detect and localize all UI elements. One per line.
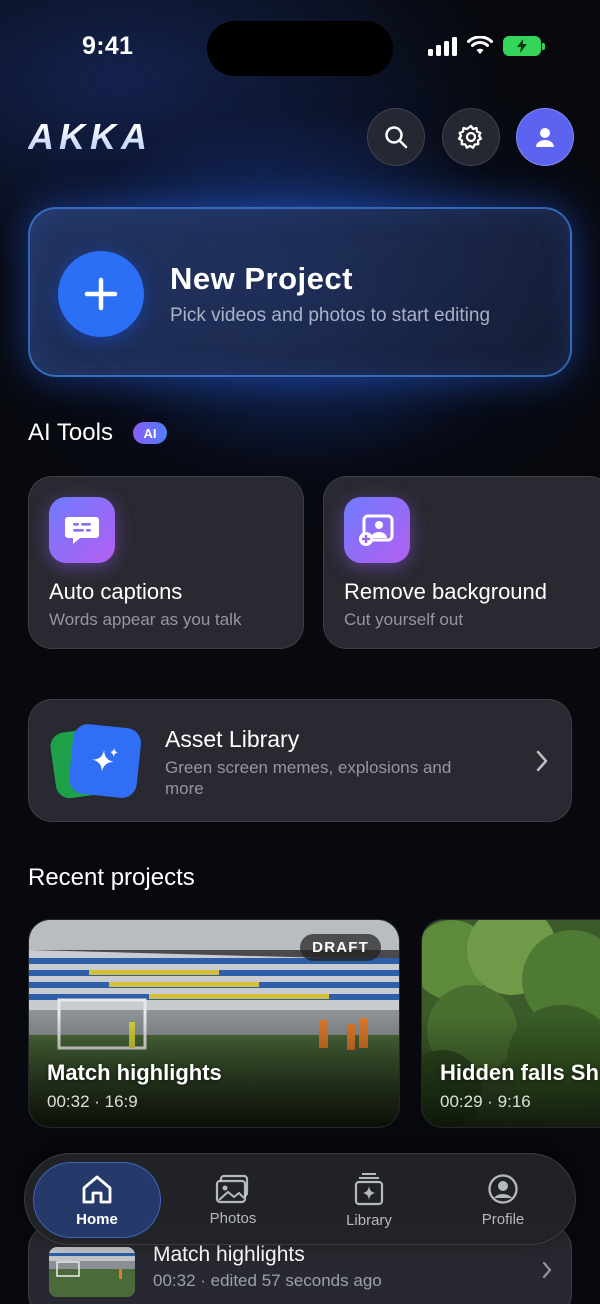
chevron-right-icon [536, 750, 548, 772]
cellular-signal-icon [428, 36, 457, 56]
ai-badge: AI [133, 422, 167, 444]
battery-icon [503, 36, 545, 56]
status-time: 9:41 [82, 32, 134, 60]
sparkle-icon [67, 722, 143, 800]
tab-label: Photos [209, 1209, 257, 1227]
tab-photos[interactable]: Photos [169, 1162, 297, 1238]
plus-icon [84, 277, 118, 311]
home-icon [82, 1175, 112, 1203]
tab-label: Home [76, 1210, 118, 1228]
tool-title: Remove background [344, 579, 548, 604]
project-card-hidden-falls[interactable]: Hidden falls Sh 00:29 · 9:16 [421, 919, 600, 1128]
tab-label: Library [346, 1211, 392, 1229]
project-title: Match highlights [47, 1060, 222, 1085]
wifi-icon [467, 36, 493, 54]
settings-button[interactable] [442, 108, 500, 166]
gear-icon [457, 124, 483, 149]
library-icon [354, 1172, 384, 1205]
recent-projects-heading: Recent projects [28, 864, 195, 891]
tool-title: Auto captions [49, 579, 183, 604]
new-project-card[interactable]: New Project Pick videos and photos to st… [28, 207, 572, 377]
app-logo: AKKA [28, 116, 152, 157]
status-icons [428, 36, 545, 56]
tab-profile[interactable]: Profile [439, 1162, 567, 1238]
asset-library-subtitle: Green screen memes, explosions and more [165, 758, 452, 798]
project-meta: 00:29 · 9:16 [440, 1092, 531, 1111]
new-project-subtitle: Pick videos and photos to start editing [170, 305, 491, 326]
project-title: Hidden falls Sh [440, 1060, 599, 1085]
dynamic-island [207, 21, 393, 76]
profile-icon [488, 1173, 518, 1204]
project-meta: 00:32 · 16:9 [47, 1092, 138, 1111]
row-thumbnail [49, 1247, 135, 1297]
asset-library-card[interactable]: Asset Library Green screen memes, explos… [28, 699, 572, 822]
tab-home[interactable]: Home [33, 1162, 161, 1238]
tool-card-remove-background[interactable]: Remove background Cut yourself out [323, 476, 600, 649]
new-project-title: New Project [170, 261, 353, 296]
chat-bubble-icon [49, 497, 115, 563]
search-button[interactable] [367, 108, 425, 166]
tab-bar: Home Photos Library Profile [24, 1153, 576, 1245]
tab-label: Profile [481, 1210, 525, 1228]
project-card-match-highlights[interactable]: DRAFT Match highlights 00:32 · 16:9 [28, 919, 400, 1128]
row-title: Match highlights [153, 1243, 305, 1266]
tool-subtitle: Cut yourself out [344, 610, 464, 629]
plus-button[interactable] [58, 251, 144, 337]
chevron-right-icon [542, 1261, 552, 1279]
person-frame-icon [344, 497, 410, 563]
ai-tools-heading: AI Tools [28, 419, 113, 446]
avatar-button[interactable] [516, 108, 574, 166]
row-meta: 00:32 · edited 57 seconds ago [153, 1271, 382, 1290]
search-icon [385, 126, 408, 149]
profile-avatar-icon [536, 128, 554, 147]
tool-card-auto-captions[interactable]: Auto captions Words appear as you talk [28, 476, 304, 649]
asset-library-title: Asset Library [165, 726, 300, 752]
photos-icon [215, 1174, 249, 1203]
tool-subtitle: Words appear as you talk [49, 610, 242, 629]
draft-badge: DRAFT [300, 934, 381, 961]
tab-library[interactable]: Library [305, 1162, 433, 1238]
